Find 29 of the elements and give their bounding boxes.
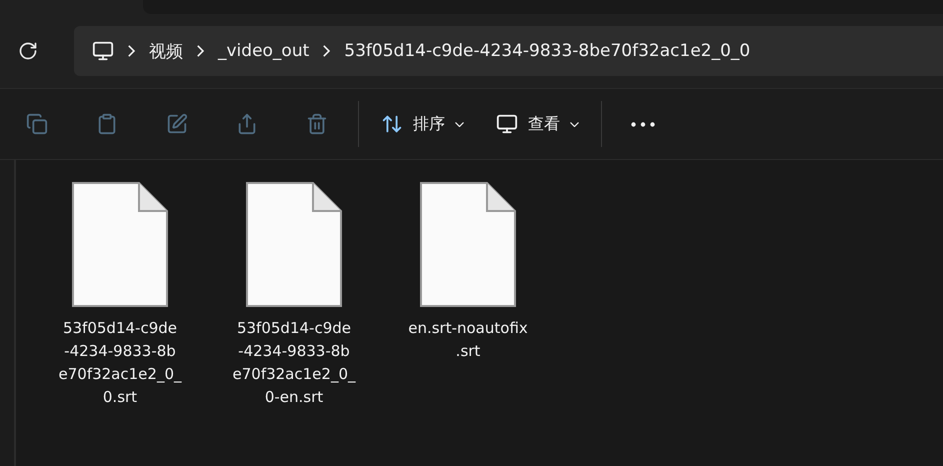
document-icon bbox=[72, 182, 168, 307]
monitor-icon bbox=[496, 113, 518, 135]
computer-icon bbox=[92, 40, 114, 62]
breadcrumb-item[interactable]: 视频 bbox=[135, 40, 197, 62]
breadcrumb-item[interactable]: _video_out bbox=[204, 41, 324, 61]
clipboard-icon bbox=[96, 113, 118, 135]
file-name[interactable]: 53f05d14-c9de -4234-9833-8b e70f32ac1e2_0_ 0.srt bbox=[58, 317, 182, 409]
refresh-icon bbox=[18, 41, 38, 61]
copy-icon bbox=[26, 113, 48, 135]
button-label: 排序 bbox=[413, 114, 445, 134]
document-icon bbox=[420, 182, 516, 307]
pencil-icon bbox=[166, 113, 188, 135]
document-icon bbox=[246, 182, 342, 307]
address-bar[interactable]: 视频 _video_out 53f05d14-c9de-4234-9833-8be70f32ac1e2_0_0 bbox=[74, 26, 943, 76]
file-name[interactable]: 53f05d14-c9de -4234-9833-8b e70f32ac1e2_0_ 0-en.srt bbox=[232, 317, 356, 409]
file-name[interactable]: en.srt-noautofix .srt bbox=[408, 317, 528, 363]
ellipsis-icon bbox=[631, 122, 655, 126]
chevron-down-icon bbox=[570, 122, 579, 126]
view-button[interactable]: 查看 bbox=[486, 104, 589, 144]
share-icon bbox=[236, 113, 258, 135]
sort-button[interactable]: 排序 bbox=[371, 104, 474, 144]
sort-arrows-icon bbox=[381, 113, 403, 135]
breadcrumb-item[interactable]: 53f05d14-c9de-4234-9833-8be70f32ac1e2_0_0 bbox=[330, 41, 764, 61]
trash-icon bbox=[306, 113, 328, 135]
chevron-down-icon bbox=[455, 122, 464, 126]
button-label: 查看 bbox=[528, 114, 560, 134]
chevron-icon bbox=[197, 45, 204, 57]
chevron-icon bbox=[323, 45, 330, 57]
chevron-icon bbox=[128, 45, 135, 57]
